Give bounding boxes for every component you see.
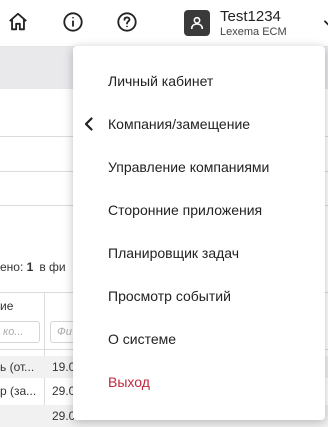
table-cell: 19.0: [52, 360, 76, 374]
found-count-text: ено: 1в фи: [0, 260, 66, 274]
menu-item-task-scheduler[interactable]: Планировщик задач: [73, 238, 325, 268]
info-icon[interactable]: [61, 10, 85, 34]
column-filter-input[interactable]: ко...: [0, 321, 40, 343]
menu-item-label: Личный кабинет: [108, 73, 214, 89]
menu-item-label: Управление компаниями: [108, 159, 270, 175]
menu-item-label: Просмотр событий: [108, 288, 231, 304]
user-subtitle: Lexema ECM: [220, 25, 287, 38]
menu-item-company-substitution[interactable]: Компания/замещение: [73, 109, 325, 139]
chevron-down-icon[interactable]: [322, 16, 328, 35]
user-dropdown-menu: Личный кабинет Компания/замещение Управл…: [73, 46, 325, 420]
menu-item-about[interactable]: О системе: [73, 324, 325, 354]
home-icon[interactable]: [6, 10, 30, 34]
menu-item-third-party-apps[interactable]: Сторонние приложения: [73, 195, 325, 225]
help-icon[interactable]: [115, 10, 139, 34]
avatar: [184, 10, 210, 36]
menu-item-label: Сторонние приложения: [108, 202, 263, 218]
menu-item-label: Компания/замещение: [108, 116, 251, 132]
menu-item-profile[interactable]: Личный кабинет: [73, 66, 325, 96]
menu-item-label: Планировщик задач: [108, 245, 240, 261]
column-header: ие: [0, 299, 14, 313]
menu-item-company-management[interactable]: Управление компаниями: [73, 152, 325, 182]
chevron-left-icon: [84, 117, 94, 136]
user-name: Test1234: [220, 7, 281, 25]
table-cell: ь (от...: [0, 360, 35, 374]
menu-item-label: О системе: [108, 331, 177, 347]
menu-item-event-viewer[interactable]: Просмотр событий: [73, 281, 325, 311]
menu-item-label: Выход: [108, 374, 150, 390]
table-cell: 29.0: [52, 384, 76, 398]
table-cell: 29.0: [52, 409, 76, 423]
top-header: Test1234 Lexema ECM: [0, 0, 328, 47]
table-cell: р (за...: [0, 384, 37, 398]
user-menu-trigger[interactable]: Test1234 Lexema ECM: [184, 6, 328, 40]
menu-item-logout[interactable]: Выход: [73, 367, 325, 397]
